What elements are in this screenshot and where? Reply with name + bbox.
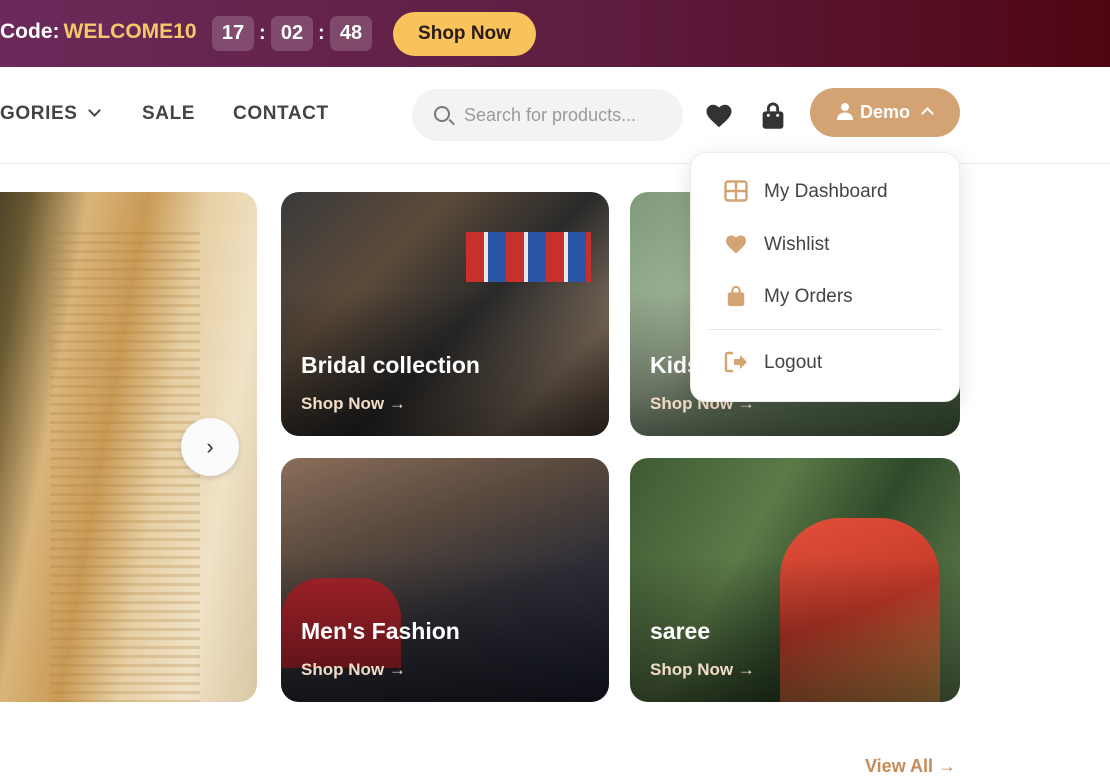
nav-link-sale[interactable]: SALE (142, 103, 195, 125)
timer-separator: : (318, 22, 325, 44)
search-input[interactable] (464, 89, 674, 141)
promo-shop-now-button[interactable]: Shop Now (393, 12, 536, 56)
timer-seconds: 48 (330, 16, 372, 51)
shopping-bag-icon (724, 285, 748, 307)
promo-code-label: Code: (0, 20, 60, 43)
user-icon (837, 102, 853, 125)
card-title: Men's Fashion (301, 618, 460, 644)
card-shop-now-link[interactable]: Shop Now → (301, 660, 406, 680)
hat-display (466, 232, 591, 282)
dropdown-item-label: My Dashboard (764, 181, 888, 202)
promo-code-text: Code: WELCOME10 (0, 20, 197, 44)
user-menu-label: Demo (860, 102, 911, 122)
dropdown-item-dashboard[interactable]: My Dashboard (691, 169, 961, 213)
main-nav: GORIES SALE CONTACT Demo (0, 67, 1110, 164)
card-shop-now-link[interactable]: Shop Now → (301, 394, 406, 414)
nav-link-contact[interactable]: CONTACT (233, 103, 329, 125)
dropdown-item-orders[interactable]: My Orders (691, 274, 961, 318)
user-menu-button[interactable]: Demo (810, 88, 960, 137)
carousel-next-button[interactable]: › (181, 418, 239, 476)
dropdown-item-label: Logout (764, 352, 823, 373)
category-card-mens-fashion[interactable]: Men's Fashion Shop Now → (281, 458, 609, 702)
timer-minutes: 02 (271, 16, 313, 51)
wishlist-heart-icon[interactable] (704, 101, 734, 131)
promo-bar: Code: WELCOME10 17 : 02 : 48 Shop Now (0, 0, 1110, 67)
dropdown-item-logout[interactable]: Logout (691, 340, 961, 384)
knit-texture (50, 232, 200, 702)
logout-icon (724, 351, 748, 373)
dashboard-icon (724, 180, 748, 202)
heart-icon (724, 233, 748, 255)
category-card-bridal[interactable]: Bridal collection Shop Now → (281, 192, 609, 436)
chevron-up-icon (921, 107, 934, 120)
category-card-saree[interactable]: saree Shop Now → (630, 458, 960, 702)
user-dropdown-menu: My Dashboard Wishlist My Orders Logout (690, 152, 960, 402)
dropdown-divider (709, 329, 942, 330)
search-icon (434, 106, 450, 122)
timer-separator: : (259, 22, 266, 44)
nav-link-categories[interactable]: GORIES (0, 103, 101, 125)
dropdown-item-label: Wishlist (764, 234, 830, 255)
card-title: Bridal collection (301, 352, 480, 378)
nav-link-label: GORIES (0, 103, 78, 124)
timer-hours: 17 (212, 16, 254, 51)
card-shop-now-link[interactable]: Shop Now → (650, 660, 755, 680)
dropdown-item-wishlist[interactable]: Wishlist (691, 222, 961, 266)
cart-bag-icon[interactable] (759, 101, 789, 131)
dropdown-item-label: My Orders (764, 286, 853, 307)
chevron-down-icon (87, 104, 101, 117)
search-bar (412, 89, 683, 141)
promo-code-value: WELCOME10 (63, 20, 197, 43)
card-title: saree (650, 618, 711, 644)
view-all-link[interactable]: View All → (865, 756, 956, 777)
